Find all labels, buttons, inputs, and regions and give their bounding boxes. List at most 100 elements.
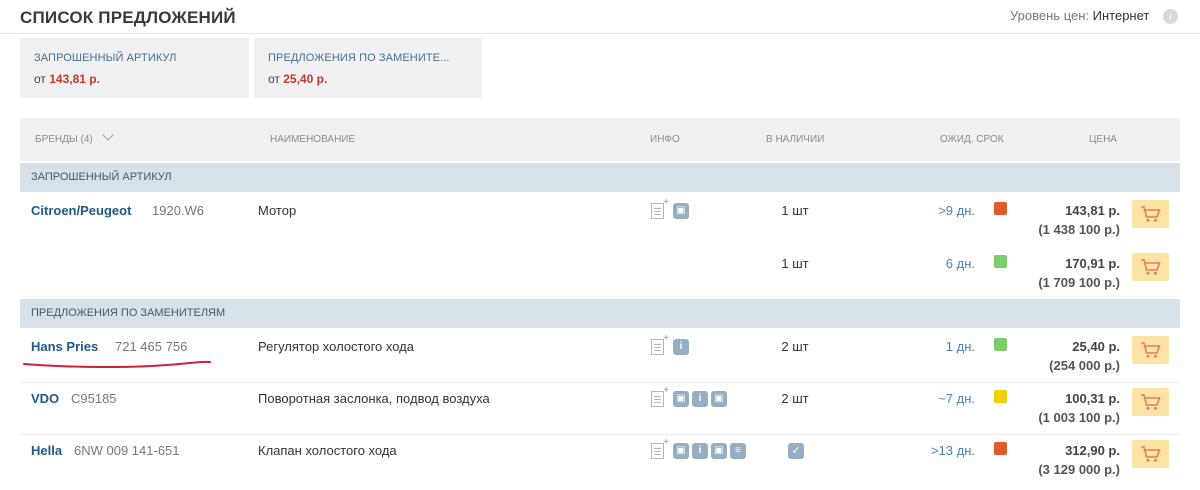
section-requested: ЗАПРОШЕННЫЙ АРТИКУЛ [20, 163, 1180, 192]
price-secondary: (3 129 000 р.) [1038, 462, 1120, 477]
summary-replacements-label: ПРЕДЛОЖЕНИЯ ПО ЗАМЕНИТЕ... [268, 52, 450, 64]
table-row: Citroen/Peugeot 1920.W6 Мотор ▣ 1 шт >9 … [20, 195, 1180, 247]
column-stock[interactable]: В НАЛИЧИИ [766, 134, 824, 145]
add-note-icon[interactable] [651, 197, 669, 219]
status-indicator [994, 202, 1007, 215]
summary-requested-label: ЗАПРОШЕННЫЙ АРТИКУЛ [34, 52, 177, 64]
part-name: Клапан холостого хода [258, 443, 397, 458]
stock-qty: 1 шт [781, 256, 809, 271]
info-icon[interactable]: i [673, 339, 689, 355]
in-stock-check-icon: ✓ [788, 443, 804, 459]
lead-time: 1 дн. [945, 339, 975, 354]
part-name: Поворотная заслонка, подвод воздуха [258, 391, 490, 406]
document-icon[interactable]: ≡ [730, 443, 746, 459]
cart-icon [1140, 394, 1161, 410]
price-level[interactable]: Уровень цен: Интернет i [1010, 8, 1178, 25]
summary-replacements-price: 25,40 р. [283, 72, 328, 86]
add-note-icon[interactable] [651, 333, 669, 355]
section-replacements-label: ПРЕДЛОЖЕНИЯ ПО ЗАМЕНИТЕЛЯМ [31, 307, 226, 319]
price-level-value[interactable]: Интернет [1093, 8, 1150, 23]
page-header: СПИСОК ПРЕДЛОЖЕНИЙ Уровень цен: Интернет… [0, 0, 1200, 34]
info-icon[interactable]: i [692, 443, 708, 459]
add-to-cart-button[interactable] [1132, 253, 1169, 281]
cart-icon [1140, 342, 1161, 358]
summary-replacements-from: от 25,40 р. [268, 72, 327, 86]
lead-time: >13 дн. [930, 443, 975, 458]
price: 100,31 р. (1 003 100 р.) [1038, 389, 1120, 427]
brand-link[interactable]: Hella [31, 443, 62, 458]
summary-requested-tab[interactable]: ЗАПРОШЕННЫЙ АРТИКУЛ от 143,81 р. [20, 38, 249, 98]
photo-icon[interactable]: ▣ [673, 443, 689, 459]
column-price[interactable]: ЦЕНА [1089, 134, 1117, 145]
info-icons: ▣ i ▣ ≡ [651, 437, 746, 461]
status-indicator [994, 442, 1007, 455]
add-to-cart-button[interactable] [1132, 388, 1169, 416]
price: 25,40 р. (254 000 р.) [1049, 337, 1120, 375]
price: 170,91 р. (1 709 100 р.) [1038, 254, 1120, 292]
chevron-down-icon[interactable] [101, 129, 114, 141]
lead-time: 6 дн. [945, 256, 975, 271]
red-underline-annotation [23, 360, 211, 369]
price-main: 170,91 р. [1065, 256, 1120, 271]
info-icons: i [651, 333, 689, 357]
summary-requested-price: 143,81 р. [49, 72, 100, 86]
price: 143,81 р. (1 438 100 р.) [1038, 201, 1120, 239]
photo-icon[interactable]: ▣ [673, 391, 689, 407]
table-row: 1 шт 6 дн. 170,91 р. (1 709 100 р.) [20, 248, 1180, 300]
status-indicator [994, 390, 1007, 403]
article-number: 1920.W6 [152, 203, 205, 218]
cart-icon [1140, 446, 1161, 462]
add-to-cart-button[interactable] [1132, 336, 1169, 364]
info-icon[interactable]: i [1163, 9, 1178, 25]
add-to-cart-button[interactable] [1132, 200, 1169, 228]
car-icon[interactable]: ▣ [673, 203, 689, 219]
brand-link[interactable]: VDO [31, 391, 59, 406]
part-name: Мотор [258, 203, 297, 218]
stock-qty: 1 шт [781, 203, 809, 218]
brands-filter[interactable]: БРЕНДЫ (4) [35, 129, 114, 145]
table-header: БРЕНДЫ (4) НАИМЕНОВАНИЕ ИНФО В НАЛИЧИИ О… [20, 118, 1180, 161]
price-secondary: (254 000 р.) [1049, 358, 1120, 373]
lead-time: >9 дн. [938, 203, 975, 218]
column-lead-time[interactable]: ОЖИД. СРОК [940, 134, 1004, 145]
cart-icon [1140, 206, 1161, 222]
lead-time: ~7 дн. [938, 391, 975, 406]
info-icons: ▣ i ▣ [651, 385, 727, 409]
car-icon[interactable]: ▣ [711, 443, 727, 459]
section-replacements: ПРЕДЛОЖЕНИЯ ПО ЗАМЕНИТЕЛЯМ [20, 299, 1180, 328]
stock-qty: 2 шт [781, 339, 809, 354]
table-row: VDO C95185 Поворотная заслонка, подвод в… [20, 383, 1180, 435]
price-secondary: (1 709 100 р.) [1038, 275, 1120, 290]
summary-replacements-tab[interactable]: ПРЕДЛОЖЕНИЯ ПО ЗАМЕНИТЕ... от 25,40 р. [254, 38, 482, 98]
part-name: Регулятор холостого хода [258, 339, 414, 354]
section-requested-label: ЗАПРОШЕННЫЙ АРТИКУЛ [31, 171, 172, 183]
price-main: 100,31 р. [1065, 391, 1120, 406]
info-icon[interactable]: i [692, 391, 708, 407]
price-level-label: Уровень цен: [1010, 8, 1090, 23]
add-note-icon[interactable] [651, 437, 669, 459]
price-main: 25,40 р. [1072, 339, 1120, 354]
article-number: C95185 [71, 391, 117, 406]
price-secondary: (1 003 100 р.) [1038, 410, 1120, 425]
price-secondary: (1 438 100 р.) [1038, 222, 1120, 237]
summary-from-label: от [34, 72, 46, 86]
brand-link[interactable]: Citroen/Peugeot [31, 203, 131, 218]
add-to-cart-button[interactable] [1132, 440, 1169, 468]
status-indicator [994, 338, 1007, 351]
table-row: Hella 6NW 009 141-651 Клапан холостого х… [20, 435, 1180, 487]
article-number: 721 465 756 [115, 339, 188, 354]
column-info: ИНФО [650, 134, 680, 145]
article-number: 6NW 009 141-651 [74, 443, 180, 458]
car-icon[interactable]: ▣ [711, 391, 727, 407]
info-icons: ▣ [651, 197, 689, 221]
page-title: СПИСОК ПРЕДЛОЖЕНИЙ [20, 8, 236, 27]
price-main: 143,81 р. [1065, 203, 1120, 218]
cart-icon [1140, 259, 1161, 275]
stock-qty: 2 шт [781, 391, 809, 406]
brand-link[interactable]: Hans Pries [31, 339, 98, 354]
status-indicator [994, 255, 1007, 268]
price-main: 312,90 р. [1065, 443, 1120, 458]
summary-requested-from: от 143,81 р. [34, 72, 100, 86]
column-name[interactable]: НАИМЕНОВАНИЕ [270, 134, 355, 145]
add-note-icon[interactable] [651, 385, 669, 407]
